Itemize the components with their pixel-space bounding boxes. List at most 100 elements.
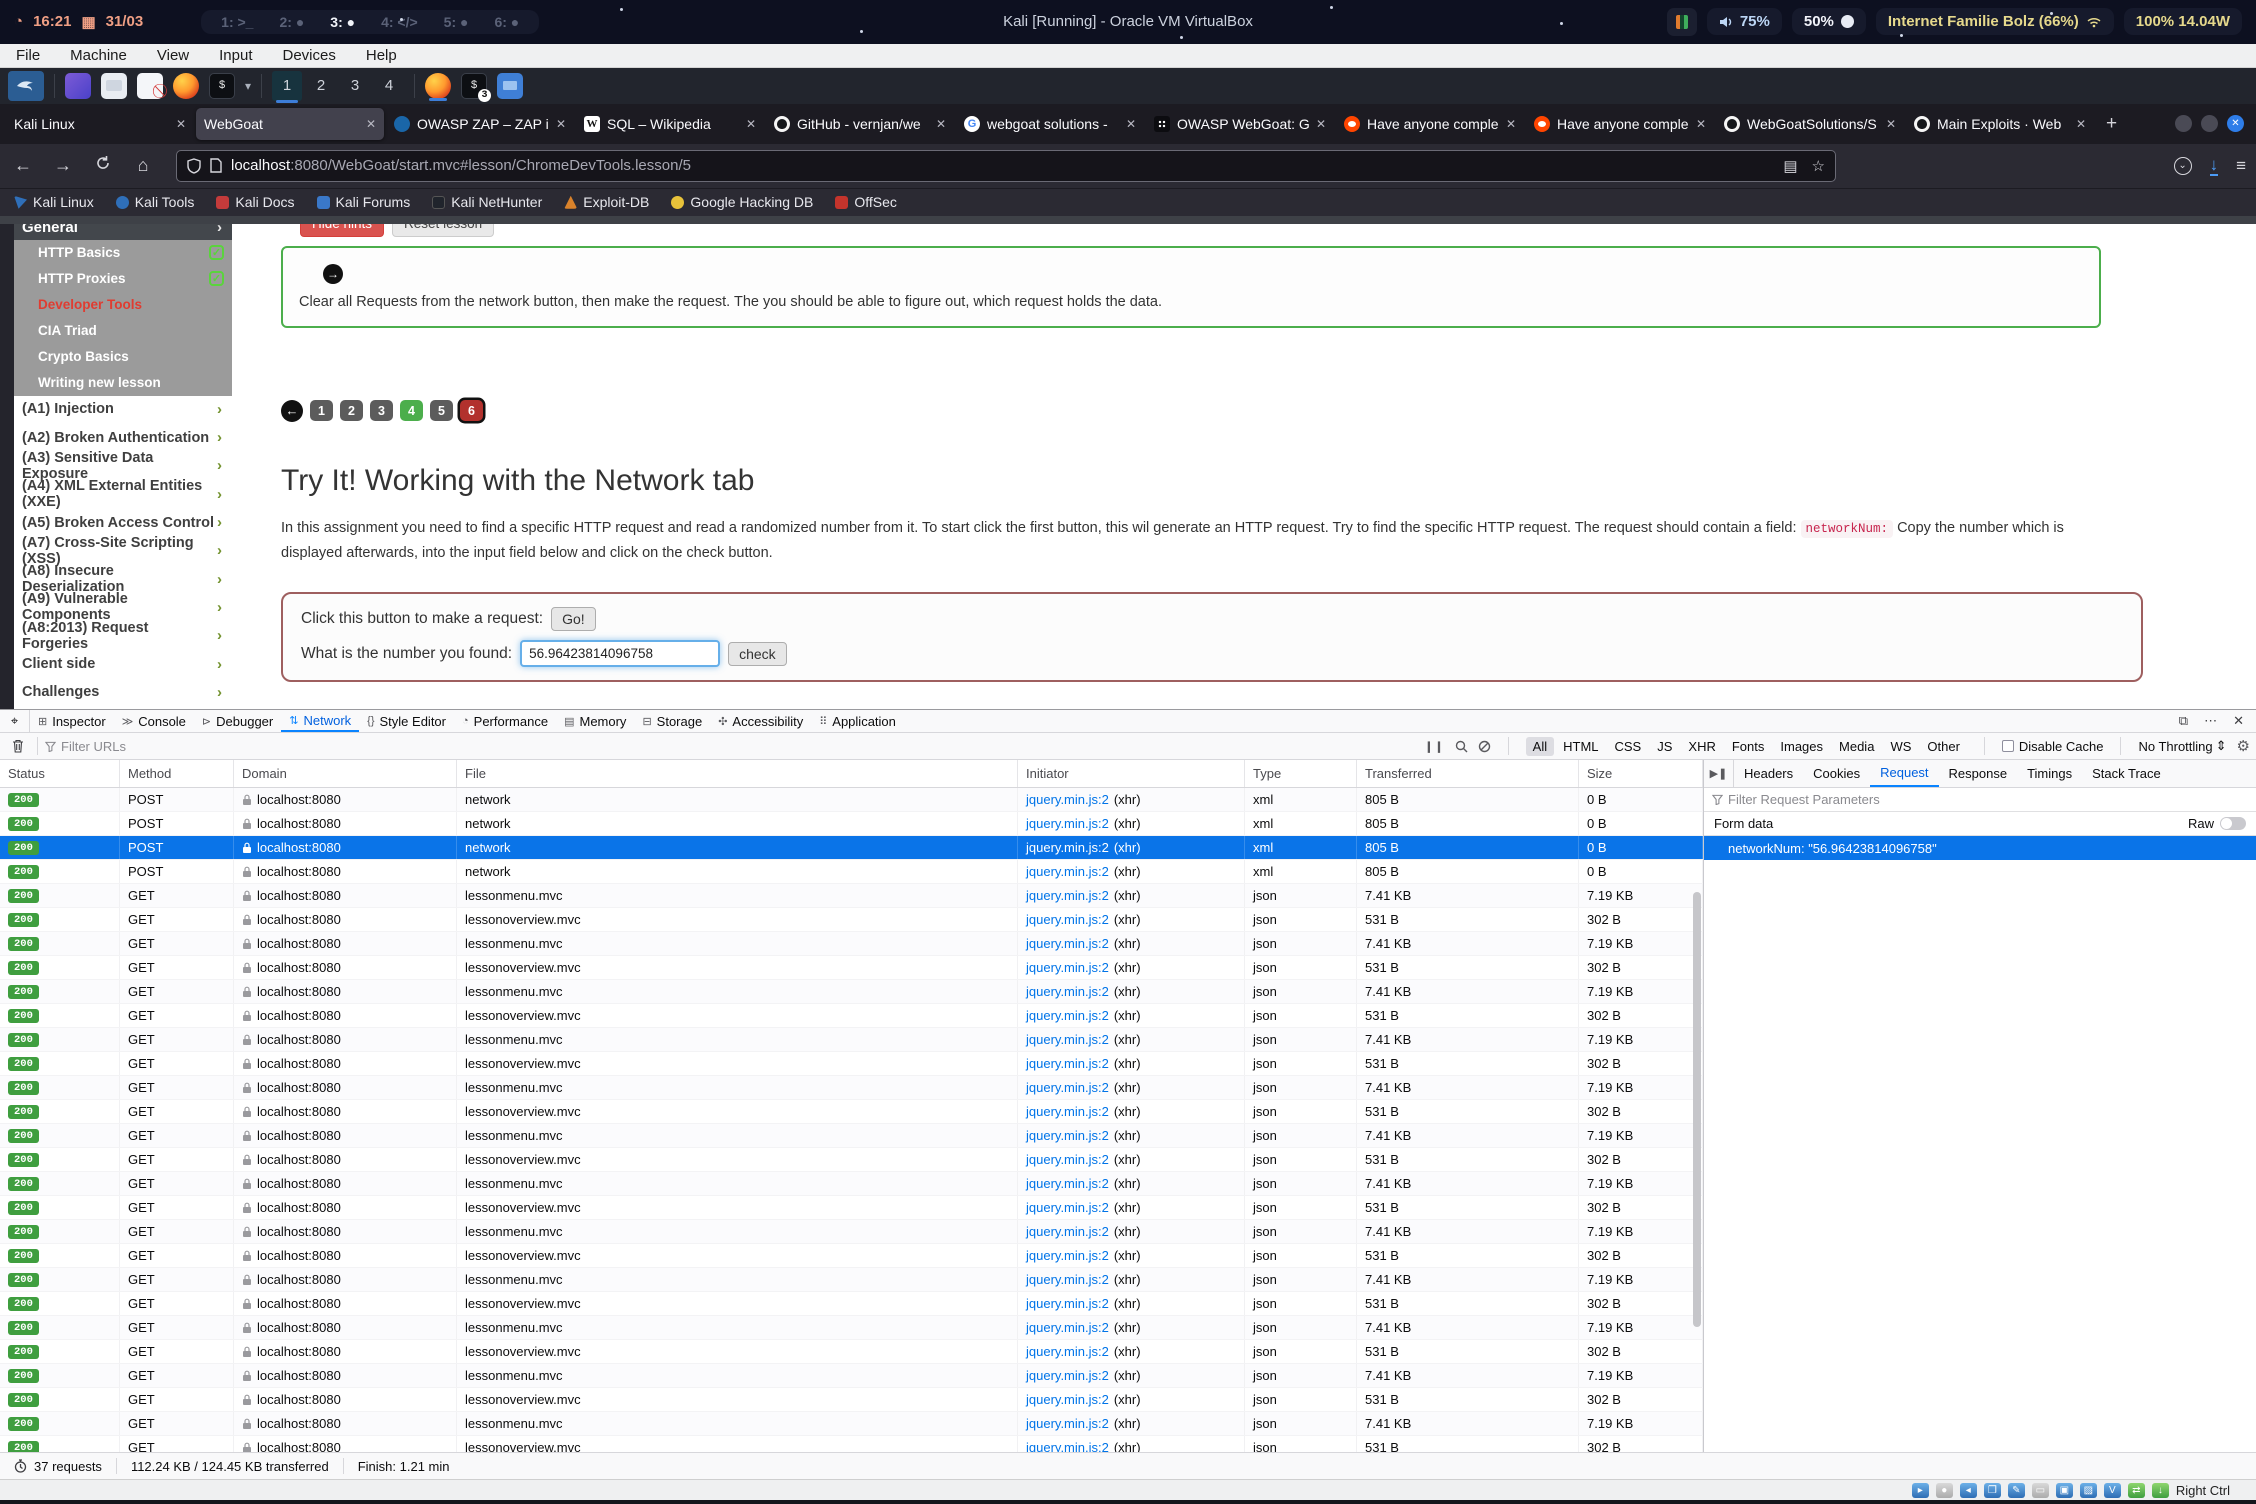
taskbar-workspace-button[interactable]: 1 — [272, 71, 302, 101]
sidebar-category-item[interactable]: (A8) Insecure Deserialization › — [14, 566, 232, 594]
browser-tab[interactable]: OWASP ZAP – ZAP i ✕ — [386, 108, 574, 140]
type-filter-chip[interactable]: Images — [1773, 737, 1830, 756]
network-request-row[interactable]: 200 GET localhost:8080 lessonmenu.mvc jq… — [0, 1412, 1703, 1436]
sidebar-lesson-item[interactable]: HTTP Proxies ✓ — [14, 266, 232, 292]
type-filter-chip[interactable]: WS — [1883, 737, 1918, 756]
workspace-indicator[interactable]: 4: </> — [381, 14, 418, 30]
app-launcher-icon[interactable] — [65, 73, 91, 99]
collapse-panel-icon[interactable]: ▶❚ — [1704, 760, 1734, 787]
sidebar-category-item[interactable]: (A2) Broken Authentication › — [14, 424, 232, 452]
tab-close-icon[interactable]: ✕ — [1886, 117, 1896, 131]
kali-menu-button[interactable] — [8, 71, 44, 101]
network-request-row[interactable]: 200 GET localhost:8080 lessonmenu.mvc jq… — [0, 884, 1703, 908]
workspace-indicator[interactable]: 3: ● — [330, 14, 355, 30]
network-request-row[interactable]: 200 GET localhost:8080 lessonoverview.mv… — [0, 1340, 1703, 1364]
sidebar-category-item[interactable]: (A8:2013) Request Forgeries › — [14, 622, 232, 650]
initiator-link[interactable]: jquery.min.js:2 — [1026, 1104, 1109, 1119]
back-button[interactable]: ← — [10, 155, 36, 176]
sidebar-lesson-item[interactable]: Writing new lesson ✓ — [14, 370, 232, 396]
network-request-row[interactable]: 200 POST localhost:8080 network jquery.m… — [0, 836, 1703, 860]
page-number-button[interactable]: 4 — [400, 400, 423, 421]
devtools-tab-style-editor[interactable]: {} Style Editor — [359, 710, 454, 732]
display-icon[interactable]: ▣ — [2056, 1483, 2073, 1498]
vbox-menu-icon[interactable]: V — [2104, 1483, 2121, 1498]
initiator-link[interactable]: jquery.min.js:2 — [1026, 1272, 1109, 1287]
tab-close-icon[interactable]: ✕ — [556, 117, 566, 131]
initiator-link[interactable]: jquery.min.js:2 — [1026, 1056, 1109, 1071]
devtools-close-icon[interactable]: ✕ — [2233, 713, 2244, 729]
sidebar-lesson-item[interactable]: CIA Triad ✓ — [14, 318, 232, 344]
browser-tab[interactable]: GitHub - vernjan/we ✕ — [766, 108, 954, 140]
sidebar-category-item[interactable]: (A3) Sensitive Data Exposure › — [14, 452, 232, 480]
brightness-indicator[interactable]: 50% — [1792, 8, 1866, 35]
devtools-tab-debugger[interactable]: ⊳ Debugger — [194, 710, 281, 732]
devtools-tab-inspector[interactable]: ⊞ Inspector — [30, 710, 114, 732]
bookmark-item[interactable]: Google Hacking DB — [671, 194, 813, 210]
terminal-window-button[interactable]: $ 3 — [461, 73, 487, 99]
network-settings-gear-icon[interactable]: ⚙ — [2237, 737, 2250, 755]
browser-tab[interactable]: WebGoat ✕ — [196, 108, 384, 140]
bookmark-item[interactable]: Kali NetHunter — [432, 194, 542, 210]
network-request-row[interactable]: 200 GET localhost:8080 lessonoverview.mv… — [0, 1244, 1703, 1268]
hard-disk-icon[interactable]: ▸ — [1912, 1483, 1929, 1498]
network-request-row[interactable]: 200 GET localhost:8080 lessonmenu.mvc jq… — [0, 1076, 1703, 1100]
disable-cache-checkbox[interactable] — [2002, 740, 2014, 752]
initiator-link[interactable]: jquery.min.js:2 — [1026, 912, 1109, 927]
network-request-row[interactable]: 200 GET localhost:8080 lessonmenu.mvc jq… — [0, 1028, 1703, 1052]
raw-toggle[interactable] — [2220, 817, 2246, 830]
browser-tab[interactable]: Have anyone comple ✕ — [1526, 108, 1714, 140]
devtools-tab-accessibility[interactable]: ✣ Accessibility — [710, 710, 811, 732]
initiator-link[interactable]: jquery.min.js:2 — [1026, 864, 1109, 879]
request-tab-request[interactable]: Request — [1870, 760, 1938, 787]
firefox-window-button[interactable] — [425, 73, 451, 99]
responsive-design-icon[interactable]: ⧉ — [2179, 713, 2188, 729]
bookmark-item[interactable]: Kali Tools — [116, 194, 195, 210]
tab-close-icon[interactable]: ✕ — [176, 117, 186, 131]
type-filter-chip[interactable]: Other — [1920, 737, 1967, 756]
initiator-link[interactable]: jquery.min.js:2 — [1026, 1368, 1109, 1383]
column-header[interactable]: Method — [120, 760, 234, 787]
minimize-button[interactable] — [2175, 115, 2192, 132]
menubar-item[interactable]: Machine — [70, 47, 127, 64]
initiator-link[interactable]: jquery.min.js:2 — [1026, 1344, 1109, 1359]
devtools-tab-performance[interactable]: ◔ Performance — [454, 710, 556, 732]
menubar-item[interactable]: View — [157, 47, 189, 64]
chevron-down-icon[interactable]: ▾ — [245, 79, 251, 93]
network-request-row[interactable]: 200 GET localhost:8080 lessonmenu.mvc jq… — [0, 1124, 1703, 1148]
sidebar-category-item[interactable]: Challenges › — [14, 679, 232, 707]
throttling-select[interactable]: No Throttling⇕ — [2138, 738, 2226, 754]
browser-tab[interactable]: WebGoatSolutions/S ✕ — [1716, 108, 1904, 140]
taskbar-workspace-button[interactable]: 2 — [306, 71, 336, 101]
tab-close-icon[interactable]: ✕ — [1506, 117, 1516, 131]
pause-log-icon[interactable]: ❙❙ — [1424, 740, 1444, 753]
menu-hamburger-icon[interactable]: ≡ — [2236, 156, 2246, 176]
sidebar-lesson-item[interactable]: Crypto Basics ✓ — [14, 344, 232, 370]
network-request-row[interactable]: 200 GET localhost:8080 lessonmenu.mvc jq… — [0, 1172, 1703, 1196]
network-request-row[interactable]: 200 GET localhost:8080 lessonmenu.mvc jq… — [0, 1220, 1703, 1244]
column-header[interactable]: Type — [1245, 760, 1357, 787]
battery-indicator[interactable]: 100% 14.04W — [2124, 8, 2242, 35]
volume-indicator[interactable]: 75% — [1707, 8, 1782, 35]
request-tab-response[interactable]: Response — [1939, 760, 2018, 787]
workspace-indicator[interactable]: 5: ● — [444, 14, 469, 30]
optical-drive-icon[interactable]: ● — [1936, 1483, 1953, 1498]
page-number-button[interactable]: 1 — [310, 400, 333, 421]
workspace-indicator[interactable]: 2: ● — [279, 14, 304, 30]
network-request-row[interactable]: 200 GET localhost:8080 lessonoverview.mv… — [0, 1004, 1703, 1028]
devtools-tab-console[interactable]: ≫ Console — [114, 710, 194, 732]
network-request-row[interactable]: 200 GET localhost:8080 lessonoverview.mv… — [0, 1436, 1703, 1452]
type-filter-chip[interactable]: JS — [1650, 737, 1679, 756]
usb-icon[interactable]: ✎ — [2008, 1483, 2025, 1498]
column-header[interactable]: Initiator — [1018, 760, 1245, 787]
form-data-section-label[interactable]: Form data — [1714, 816, 1773, 831]
menubar-item[interactable]: Input — [219, 47, 252, 64]
taskbar-workspace-button[interactable]: 4 — [374, 71, 404, 101]
close-window-button[interactable]: ✕ — [2227, 115, 2244, 132]
initiator-link[interactable]: jquery.min.js:2 — [1026, 936, 1109, 951]
initiator-link[interactable]: jquery.min.js:2 — [1026, 1128, 1109, 1143]
type-filter-chip[interactable]: Media — [1832, 737, 1881, 756]
maximize-button[interactable] — [2201, 115, 2218, 132]
menubar-item[interactable]: Devices — [283, 47, 336, 64]
auto-resize-icon[interactable]: ↓ — [2152, 1483, 2169, 1498]
network-request-row[interactable]: 200 GET localhost:8080 lessonmenu.mvc jq… — [0, 980, 1703, 1004]
